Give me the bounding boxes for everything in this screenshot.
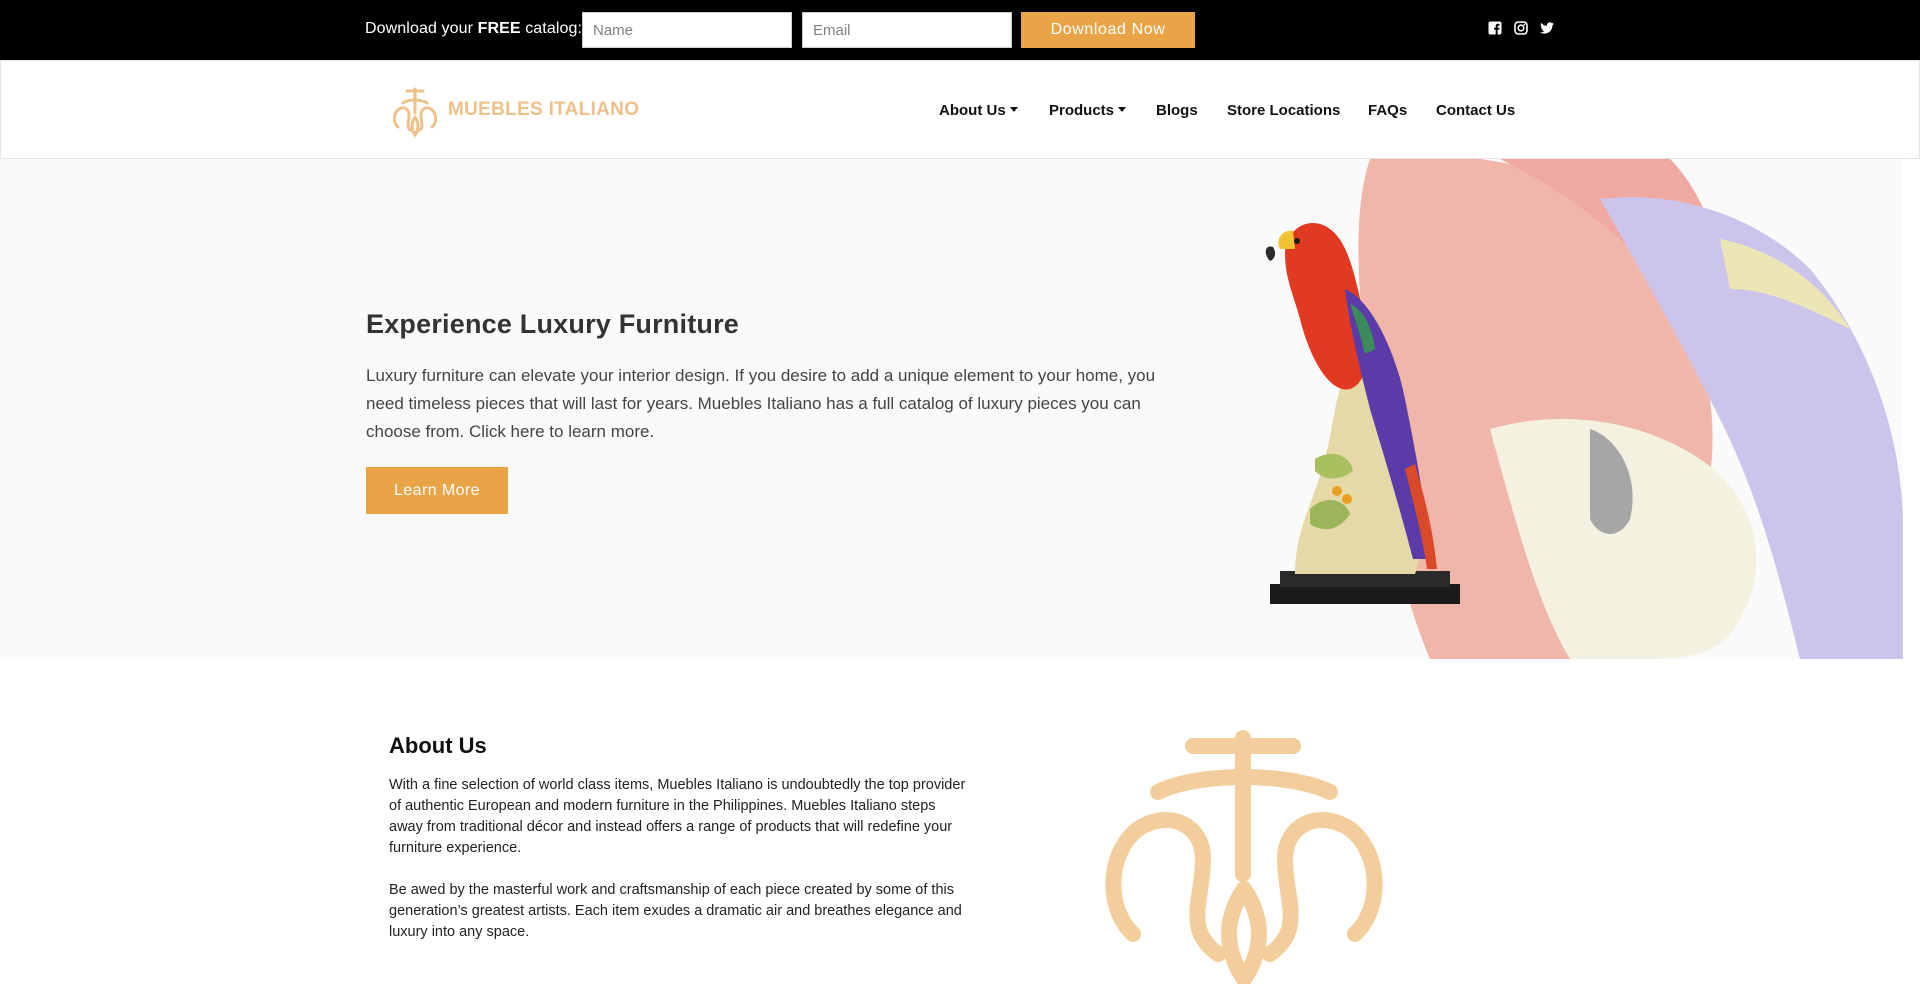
hero-section: Experience Luxury Furniture Luxury furni… xyxy=(0,159,1903,659)
top-bar: Download your FREE catalog: Download Now xyxy=(0,0,1920,60)
facebook-icon[interactable] xyxy=(1487,20,1503,36)
caret-down-icon xyxy=(1009,106,1018,112)
learn-more-button[interactable]: Learn More xyxy=(366,467,508,514)
catalog-free-text: FREE xyxy=(477,20,521,37)
nav-products[interactable]: Products xyxy=(1049,102,1127,119)
site-logo[interactable]: MUEBLES ITALIANO xyxy=(389,81,659,141)
site-header: MUEBLES ITALIANO About Us Products Blogs… xyxy=(0,60,1920,159)
nav-store-locations[interactable]: Store Locations xyxy=(1227,102,1340,119)
large-monogram-logo xyxy=(1105,730,1383,984)
name-input[interactable] xyxy=(582,12,792,48)
nav-about-us[interactable]: About Us xyxy=(939,102,1018,119)
parrot-figurine-image xyxy=(1265,223,1460,604)
about-us-heading: About Us xyxy=(389,733,487,758)
nav-contact-us[interactable]: Contact Us xyxy=(1436,102,1515,119)
instagram-icon[interactable] xyxy=(1513,20,1529,36)
caret-down-icon xyxy=(1118,106,1127,112)
hero-description: Luxury furniture can elevate your interi… xyxy=(366,366,1156,441)
twitter-icon[interactable] xyxy=(1539,20,1555,36)
hero-title: Experience Luxury Furniture xyxy=(366,309,739,339)
logo-monogram-icon xyxy=(392,87,438,138)
nav-faqs[interactable]: FAQs xyxy=(1368,102,1407,119)
catalog-prompt: Download your FREE catalog: xyxy=(365,20,583,37)
about-paragraph-2: Be awed by the masterful work and crafts… xyxy=(389,882,962,940)
logo-text: MUEBLES ITALIANO xyxy=(448,99,640,120)
nav-blogs[interactable]: Blogs xyxy=(1156,102,1198,119)
download-now-button[interactable]: Download Now xyxy=(1021,12,1195,48)
about-paragraph-1: With a fine selection of world class ite… xyxy=(389,777,966,856)
email-input[interactable] xyxy=(802,12,1012,48)
